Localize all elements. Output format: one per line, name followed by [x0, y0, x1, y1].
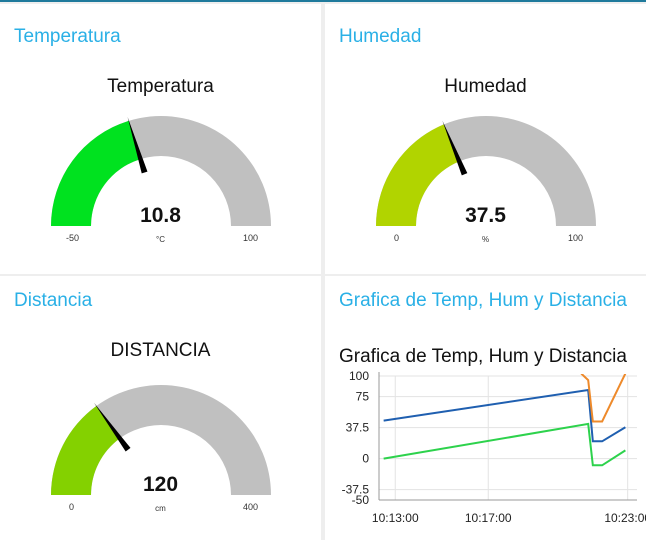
distancia-unit: cm: [155, 504, 166, 513]
y-tick-label: 75: [356, 390, 370, 404]
y-tick-label: 100: [349, 369, 369, 383]
humedad-gauge: [376, 116, 596, 226]
distancia-card: Distancia DISTANCIA 120 cm 0 400: [0, 276, 321, 540]
temperatura-card: Temperatura Temperatura 10.8 °C -50 100: [0, 4, 321, 274]
temperatura-max: 100: [243, 233, 259, 243]
humedad-min: 0: [394, 233, 400, 243]
x-tick-label: 10:23:00: [604, 511, 646, 525]
y-tick-label: -50: [352, 493, 370, 507]
distancia-min: 0: [69, 502, 75, 512]
temperatura-min: -50: [66, 233, 80, 243]
temperatura-gauge: [51, 116, 271, 226]
humedad-max: 100: [568, 233, 584, 243]
y-tick-label: 0: [362, 452, 369, 466]
x-tick-label: 10:13:00: [372, 511, 419, 525]
humedad-value: 37.5: [465, 204, 506, 227]
x-tick-label: 10:17:00: [465, 511, 512, 525]
series-line-3: [580, 374, 627, 423]
line-chart: 1007537.50-37.5-5010:13:00 10:17:00 10:23:…: [342, 369, 646, 525]
distancia-value: 120: [142, 473, 179, 496]
grafica-card: Grafica de Temp, Hum y Distancia Grafica…: [325, 276, 646, 540]
temperatura-value: 10.8: [140, 204, 181, 227]
humedad-card: Humedad Humedad 37.5 % 0 100: [325, 4, 646, 274]
humedad-unit: %: [481, 235, 490, 244]
temperatura-unit: °C: [156, 235, 165, 244]
y-tick-label: 37.5: [346, 421, 370, 435]
distancia-max: 400: [243, 502, 259, 512]
distancia-gauge: [51, 385, 271, 495]
top-accent-line: [0, 0, 646, 2]
